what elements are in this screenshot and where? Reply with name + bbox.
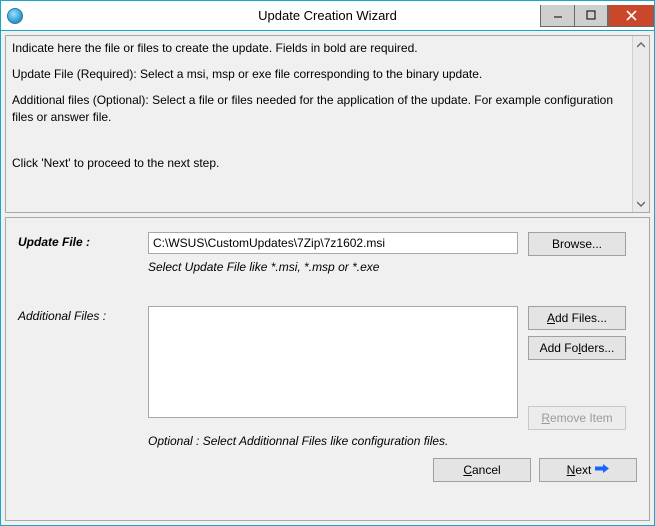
wizard-footer: Cancel Next xyxy=(18,458,637,482)
remove-item-mnemonic: R xyxy=(541,411,550,425)
instructions-line: Update File (Required): Select a msi, ms… xyxy=(12,66,626,82)
instructions-line: Click 'Next' to proceed to the next step… xyxy=(12,155,626,171)
minimize-icon xyxy=(553,10,563,20)
update-file-row: Update File : Browse... xyxy=(18,232,637,256)
update-file-hint: Select Update File like *.msi, *.msp or … xyxy=(148,260,637,274)
add-files-button[interactable]: Add Files... xyxy=(528,306,626,330)
update-file-label: Update File : xyxy=(18,232,138,249)
additional-files-listbox[interactable] xyxy=(148,306,518,418)
additional-files-label: Additional Files : xyxy=(18,306,138,323)
add-files-rest: dd Files... xyxy=(555,311,607,325)
next-rest: ext xyxy=(575,463,591,477)
browse-button[interactable]: Browse... xyxy=(528,232,626,256)
instructions-panel: Indicate here the file or files to creat… xyxy=(5,35,650,213)
add-files-mnemonic: A xyxy=(547,311,555,325)
next-arrow-icon xyxy=(595,463,609,477)
additional-files-buttons: Add Files... Add Folders... Remove Item xyxy=(528,306,626,430)
instructions-line: Indicate here the file or files to creat… xyxy=(12,40,626,56)
browse-button-label: Browse... xyxy=(552,237,602,251)
client-area: Indicate here the file or files to creat… xyxy=(1,31,654,525)
instructions-line: Additional files (Optional): Select a fi… xyxy=(12,92,626,124)
close-button[interactable] xyxy=(608,5,654,27)
instructions-text: Indicate here the file or files to creat… xyxy=(6,36,632,212)
add-folders-rest: ders... xyxy=(581,341,614,355)
form-panel: Update File : Browse... Select Update Fi… xyxy=(5,217,650,521)
cancel-button[interactable]: Cancel xyxy=(433,458,531,482)
scroll-up-icon[interactable] xyxy=(633,36,649,53)
title-bar: Update Creation Wizard xyxy=(1,1,654,31)
update-file-input[interactable] xyxy=(148,232,518,254)
minimize-button[interactable] xyxy=(540,5,574,27)
maximize-icon xyxy=(586,10,596,20)
window-title: Update Creation Wizard xyxy=(258,8,397,23)
cancel-mnemonic: C xyxy=(463,463,472,477)
scroll-down-icon[interactable] xyxy=(633,195,649,212)
add-folders-button[interactable]: Add Folders... xyxy=(528,336,626,360)
instructions-scrollbar[interactable] xyxy=(632,36,649,212)
maximize-button[interactable] xyxy=(574,5,608,27)
next-button[interactable]: Next xyxy=(539,458,637,482)
remove-item-rest: emove Item xyxy=(550,411,613,425)
additional-files-row: Additional Files : Add Files... Add Fold… xyxy=(18,306,637,430)
add-folders-prefix: Add Fo xyxy=(540,341,579,355)
window-controls xyxy=(540,5,654,27)
remove-item-button: Remove Item xyxy=(528,406,626,430)
app-icon xyxy=(7,8,23,24)
cancel-rest: ancel xyxy=(472,463,501,477)
additional-files-hint: Optional : Select Additionnal Files like… xyxy=(148,434,637,448)
window-frame: Update Creation Wizard Indicate here the… xyxy=(0,0,655,526)
close-icon xyxy=(626,10,637,21)
